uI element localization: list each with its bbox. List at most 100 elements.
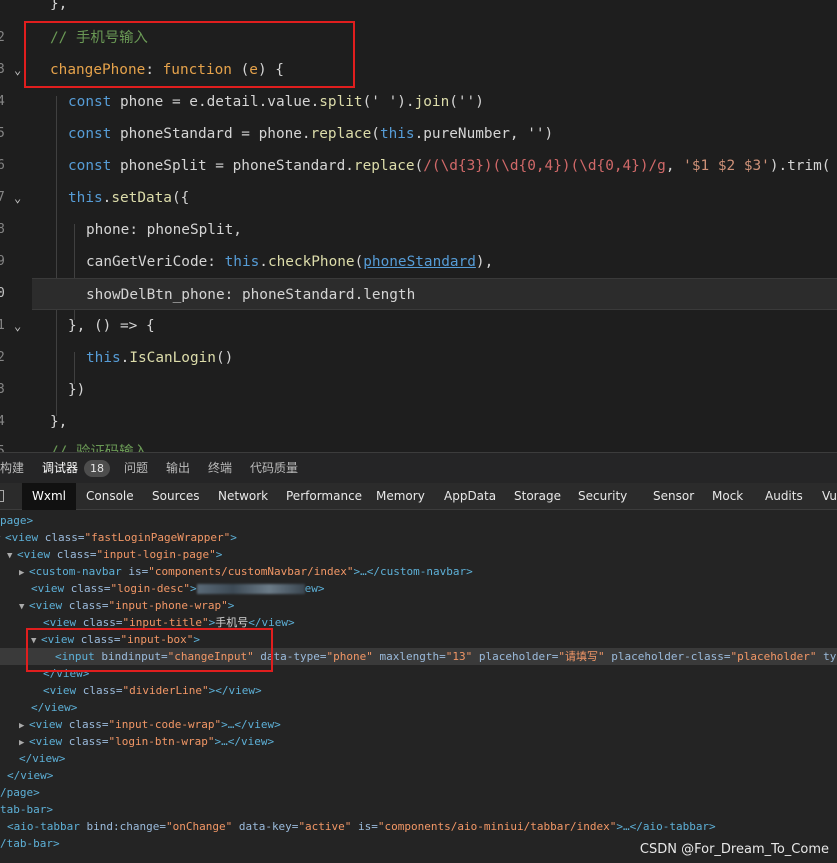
tag-name: > bbox=[215, 548, 223, 561]
line-number: 5 bbox=[0, 436, 32, 452]
inspect-icon[interactable] bbox=[0, 490, 4, 502]
devtools-tab-sensor[interactable]: Sensor bbox=[653, 483, 694, 510]
fold-chevron-icon[interactable]: ⌄ bbox=[14, 54, 21, 86]
tag-name: </view> bbox=[7, 769, 54, 782]
code-token: phoneStandard bbox=[363, 254, 476, 270]
tree-node[interactable]: </view> bbox=[0, 750, 837, 767]
tag-name: >…</view> bbox=[214, 735, 275, 748]
code-token: split bbox=[319, 94, 363, 110]
panel-tab-label: 问题 bbox=[124, 461, 149, 475]
tree-node[interactable]: ▼ <view class="input-login-page"> bbox=[0, 546, 837, 563]
devtools-tab-wxml[interactable]: Wxml bbox=[22, 483, 76, 510]
attr-value: "fastLoginPageWrapper" bbox=[84, 531, 231, 544]
tag-name: page> bbox=[0, 514, 34, 527]
tree-node[interactable]: <aio-tabbar bind:change="onChange" data-… bbox=[0, 818, 837, 835]
code-token: checkPhone bbox=[267, 254, 355, 270]
tree-node[interactable]: tab-bar> bbox=[0, 801, 837, 818]
tag-name: >…</view> bbox=[221, 718, 281, 731]
panel-tab[interactable]: 调试器 18 bbox=[42, 453, 111, 484]
panel-tab[interactable]: 代码质量 bbox=[250, 453, 298, 484]
devtools-tab-bar: Wxml Console Sources Network Performance Memo… bbox=[0, 483, 837, 510]
tag-name: </custom-navbar> bbox=[366, 565, 473, 578]
line-number: 3 bbox=[0, 374, 32, 406]
code-regex: /(\d{3})(\d{0,4})(\d{0,4})/g bbox=[423, 158, 666, 174]
attr-value: "login-btn-wrap" bbox=[108, 735, 215, 748]
attr-value: "components/customNavbar/index" bbox=[148, 565, 354, 578]
tree-node[interactable]: /page> bbox=[0, 784, 837, 801]
attr-value: "phone" bbox=[326, 650, 373, 663]
code-string: '$1 $2 $3' bbox=[683, 158, 770, 174]
devtools-tab-vu[interactable]: Vu bbox=[822, 483, 837, 510]
devtools-tab-storage[interactable]: Storage bbox=[514, 483, 561, 510]
tag-name: <custom-navbar bbox=[29, 565, 129, 578]
code-line: this.setData({ bbox=[32, 182, 837, 214]
tree-node[interactable]: ▶ <view class="login-btn-wrap">…</view> bbox=[0, 733, 837, 750]
fold-chevron-icon[interactable]: ⌄ bbox=[14, 310, 21, 342]
panel-tab[interactable]: 输出 bbox=[166, 453, 190, 484]
line-number: 7 ⌄ bbox=[0, 182, 32, 214]
code-editor[interactable]: 2 3 ⌄ 4 5 6 7 ⌄ 8 9 0 1 ⌄ 2 3 4 5 }, // 手机号输入 changePhon… bbox=[0, 0, 837, 452]
code-token: ('') bbox=[449, 94, 484, 110]
code-line: const phoneStandard = phone.replace(this… bbox=[32, 118, 837, 150]
code-token: phone bbox=[119, 94, 164, 110]
devtools-tab-appdata[interactable]: AppData bbox=[444, 483, 496, 510]
devtools-tab-performance[interactable]: Performance bbox=[286, 483, 362, 510]
tree-node[interactable]: </view> bbox=[0, 699, 837, 716]
panel-tab[interactable]: 问题 bbox=[124, 453, 148, 484]
attr-value: "placeholder" bbox=[730, 650, 817, 663]
tree-node[interactable]: ▼<view class="fastLoginPageWrapper"> bbox=[0, 529, 837, 546]
panel-tab[interactable]: 构建 bbox=[0, 453, 24, 484]
code-token: = phone. bbox=[232, 126, 311, 142]
panel-tab-label: 代码质量 bbox=[250, 461, 299, 475]
panel-tab-label: 终端 bbox=[208, 461, 233, 475]
code-line: const phoneSplit = phoneStandard.replace… bbox=[32, 150, 837, 182]
code-token: join bbox=[414, 94, 450, 110]
tag-name: <view bbox=[29, 718, 69, 731]
code-line: // 验证码输入 bbox=[32, 436, 837, 452]
code-token: ( bbox=[371, 126, 380, 142]
code-token: }, () => { bbox=[68, 318, 155, 334]
tree-node[interactable]: <view class="dividerLine"></view> bbox=[0, 682, 837, 699]
tree-node[interactable]: </view> bbox=[0, 767, 837, 784]
current-code-line: showDelBtn_phone: phoneStandard.length bbox=[32, 278, 837, 310]
devtools-tab-audits[interactable]: Audits bbox=[765, 483, 803, 510]
devtools-tab-sources[interactable]: Sources bbox=[152, 483, 199, 510]
code-token: const bbox=[68, 126, 120, 142]
wxml-tree[interactable]: page> ▼<view class="fastLoginPageWrapper… bbox=[0, 510, 837, 863]
attr-value: "input-code-wrap" bbox=[108, 718, 222, 731]
tag-name: </view> bbox=[19, 752, 66, 765]
code-line: }, bbox=[32, 406, 837, 438]
code-token: phoneStandard bbox=[119, 126, 233, 142]
attr-name: is= bbox=[351, 820, 378, 833]
tree-node[interactable]: ▶ <custom-navbar is="components/customNav… bbox=[0, 563, 837, 580]
code-token: const bbox=[68, 158, 120, 174]
code-token: replace bbox=[310, 126, 372, 142]
code-line: this.IsCanLogin() bbox=[32, 342, 837, 374]
tree-node[interactable]: ▼ <view class="input-phone-wrap"> bbox=[0, 597, 837, 614]
code-token: phone bbox=[86, 222, 130, 238]
panel-tab[interactable]: 终端 bbox=[208, 453, 232, 484]
code-line: }, () => { bbox=[32, 310, 837, 342]
code-token: , bbox=[665, 158, 684, 174]
tag-name: <view bbox=[31, 582, 71, 595]
tag-name: </view> bbox=[31, 701, 78, 714]
tree-node[interactable]: <view class="login-desc"> ew> bbox=[0, 580, 837, 597]
line-number-text: 3 bbox=[0, 382, 5, 397]
attr-name: data-key= bbox=[232, 820, 299, 833]
devtools-tab-security[interactable]: Security bbox=[578, 483, 627, 510]
line-number: 2 bbox=[0, 342, 32, 374]
watermark-text: CSDN @For_Dream_To_Come bbox=[639, 842, 829, 857]
devtools-tab-mock[interactable]: Mock bbox=[712, 483, 743, 510]
devtools-tab-console[interactable]: Console bbox=[86, 483, 134, 510]
attr-value: "请填写" bbox=[558, 650, 605, 663]
tag-name: tab-bar> bbox=[0, 803, 53, 816]
line-number-text: 4 bbox=[0, 94, 5, 109]
code-token: phoneSplit bbox=[119, 158, 207, 174]
devtools-tab-memory[interactable]: Memory bbox=[376, 483, 425, 510]
tag-name: > bbox=[189, 582, 197, 595]
fold-chevron-icon[interactable]: ⌄ bbox=[14, 182, 21, 214]
redacted-text bbox=[196, 584, 305, 594]
tree-node[interactable]: ▶ <view class="input-code-wrap">…</view> bbox=[0, 716, 837, 733]
devtools-tab-network[interactable]: Network bbox=[218, 483, 268, 510]
tree-node[interactable]: page> bbox=[0, 512, 837, 529]
